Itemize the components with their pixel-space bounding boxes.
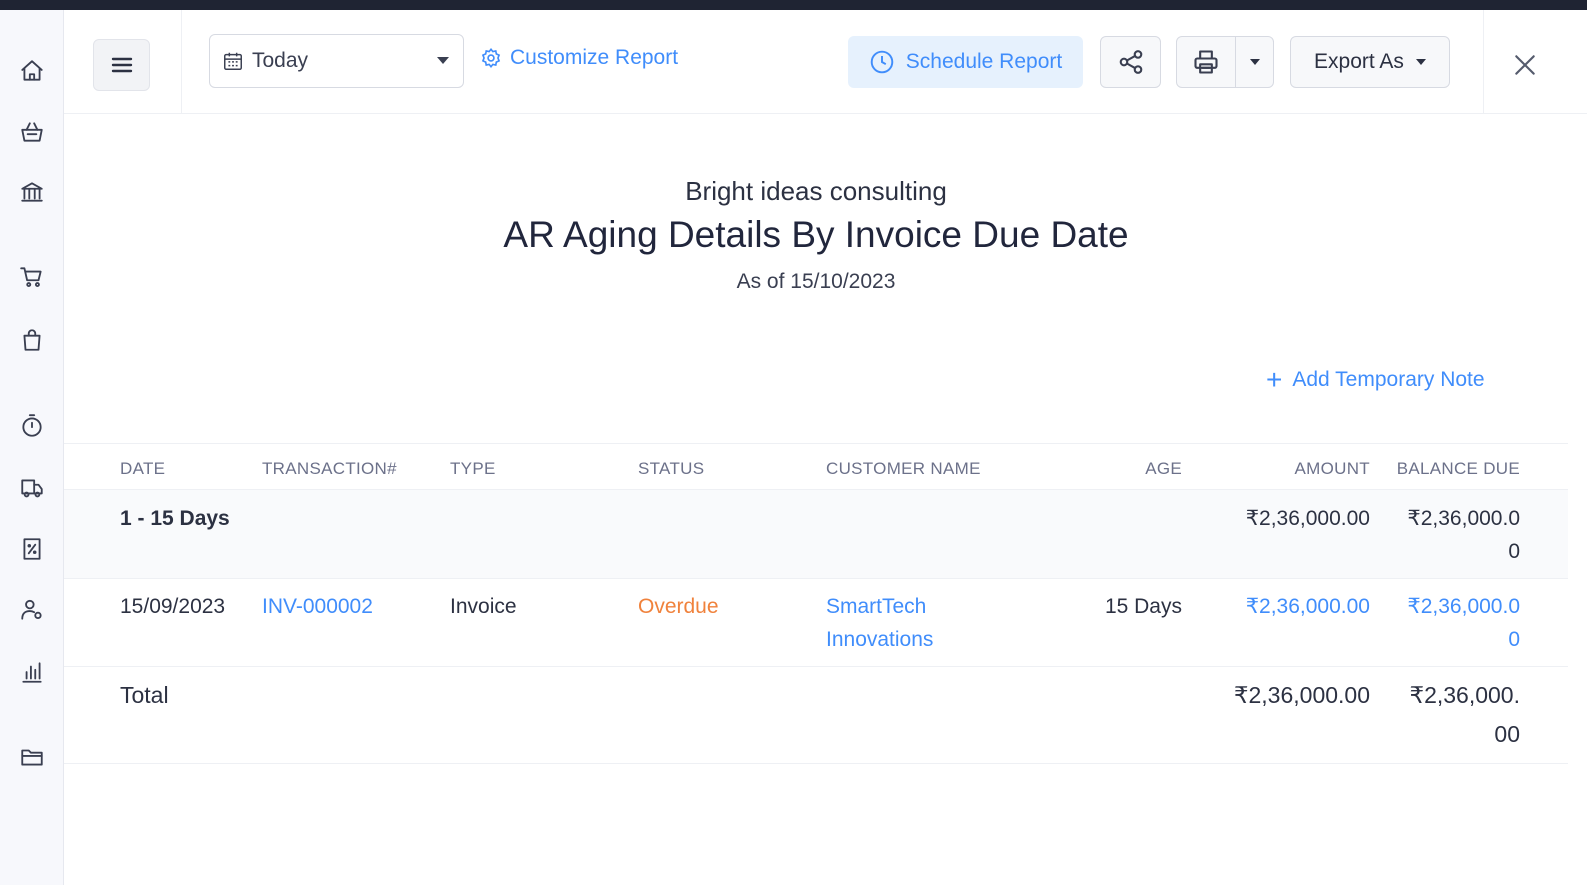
cart-icon[interactable] <box>17 262 47 292</box>
export-as-label: Export As <box>1314 50 1404 73</box>
printer-icon <box>1194 50 1218 74</box>
row-status-overdue: Overdue <box>638 595 719 618</box>
customize-report-label: Customize Report <box>510 46 679 69</box>
column-header-status[interactable]: STATUS <box>638 459 704 479</box>
report-toolbar: Today Customize Report Schedule Report E… <box>64 10 1587 114</box>
report-as-of-date: As of 15/10/2023 <box>736 270 896 293</box>
organization-name: Bright ideas consulting <box>685 176 947 206</box>
customize-report-link[interactable]: Customize Report <box>480 46 678 70</box>
table-header: DATE TRANSACTION# TYPE STATUS CUSTOMER N… <box>64 443 1568 490</box>
group-amount: ₹2,36,000.00 <box>1245 507 1370 530</box>
aging-group-row: 1 - 15 Days ₹2,36,000.00 ₹2,36,000.0 0 <box>64 490 1568 579</box>
home-icon[interactable] <box>17 56 47 86</box>
row-customer-link-line1[interactable]: SmartTech <box>826 590 926 623</box>
group-balance-line1: ₹2,36,000.0 <box>1407 507 1520 530</box>
total-label: Total <box>120 682 169 708</box>
hamburger-icon <box>111 57 132 73</box>
total-row: Total ₹2,36,000.00 ₹2,36,000. 00 <box>64 667 1568 764</box>
add-temporary-note-label: Add Temporary Note <box>1292 368 1485 391</box>
row-amount-link[interactable]: ₹2,36,000.00 <box>1204 590 1370 623</box>
column-header-type[interactable]: TYPE <box>450 459 496 479</box>
print-options-dropdown[interactable] <box>1236 37 1273 87</box>
calendar-icon <box>224 52 242 70</box>
accountant-icon[interactable] <box>17 595 47 625</box>
column-header-amount[interactable]: AMOUNT <box>1224 459 1370 479</box>
row-balance-link-line2[interactable]: 0 <box>1374 623 1520 656</box>
close-icon <box>1515 55 1535 75</box>
share-button[interactable] <box>1100 36 1161 88</box>
basket-icon[interactable] <box>17 117 47 147</box>
total-balance-line1: ₹2,36,000. <box>1409 682 1520 708</box>
total-amount: ₹2,36,000.00 <box>1233 682 1370 708</box>
column-header-customer-name[interactable]: CUSTOMER NAME <box>826 459 981 479</box>
date-range-select[interactable]: Today <box>209 34 464 88</box>
schedule-report-label: Schedule Report <box>905 50 1063 73</box>
clock-icon <box>870 50 894 74</box>
group-balance-line2: 0 <box>1508 540 1520 563</box>
chevron-down-icon <box>437 57 449 64</box>
aging-details-table: DATE TRANSACTION# TYPE STATUS CUSTOMER N… <box>64 443 1568 764</box>
close-button[interactable] <box>1512 52 1538 78</box>
share-icon <box>1119 50 1142 74</box>
group-label: 1 - 15 Days <box>120 507 230 530</box>
column-header-balance-due[interactable]: BALANCE DUE <box>1384 459 1520 479</box>
folder-icon[interactable] <box>17 742 47 772</box>
timer-icon[interactable] <box>17 411 47 441</box>
hamburger-menu-button[interactable] <box>93 39 150 91</box>
chevron-down-icon <box>1249 59 1260 65</box>
column-header-date[interactable]: DATE <box>120 459 165 479</box>
column-header-transaction[interactable]: TRANSACTION# <box>262 459 397 479</box>
chevron-down-icon <box>1415 59 1426 65</box>
table-row: 15/09/2023 INV-000002 Invoice Overdue Sm… <box>64 579 1568 667</box>
truck-icon[interactable] <box>17 473 47 503</box>
total-balance-line2: 00 <box>1494 721 1520 747</box>
row-type: Invoice <box>450 595 517 618</box>
window-top-bar <box>0 0 1587 10</box>
bar-chart-icon[interactable] <box>17 657 47 687</box>
print-button-group <box>1176 36 1274 88</box>
row-transaction-link[interactable]: INV-000002 <box>262 590 373 623</box>
row-age: 15 Days <box>1104 595 1182 618</box>
schedule-report-button[interactable]: Schedule Report <box>848 36 1083 88</box>
report-title: AR Aging Details By Invoice Due Date <box>503 214 1129 255</box>
menu-toggle-area <box>64 10 182 114</box>
toolbar-divider <box>1483 10 1484 114</box>
date-range-value: Today <box>252 49 309 72</box>
row-customer-link-line2[interactable]: Innovations <box>826 623 933 656</box>
sidebar <box>0 10 64 885</box>
shopping-bag-icon[interactable] <box>17 325 47 355</box>
plus-icon: + <box>1266 364 1283 395</box>
row-date: 15/09/2023 <box>120 595 226 618</box>
bank-icon[interactable] <box>17 177 47 207</box>
percent-doc-icon[interactable] <box>17 534 47 564</box>
export-as-button[interactable]: Export As <box>1290 36 1450 88</box>
column-header-age[interactable]: AGE <box>1084 459 1182 479</box>
row-balance-link-line1[interactable]: ₹2,36,000.0 <box>1374 590 1520 623</box>
gear-icon <box>481 47 501 69</box>
add-temporary-note-link[interactable]: + Add Temporary Note <box>1266 364 1485 395</box>
print-button[interactable] <box>1177 37 1237 87</box>
